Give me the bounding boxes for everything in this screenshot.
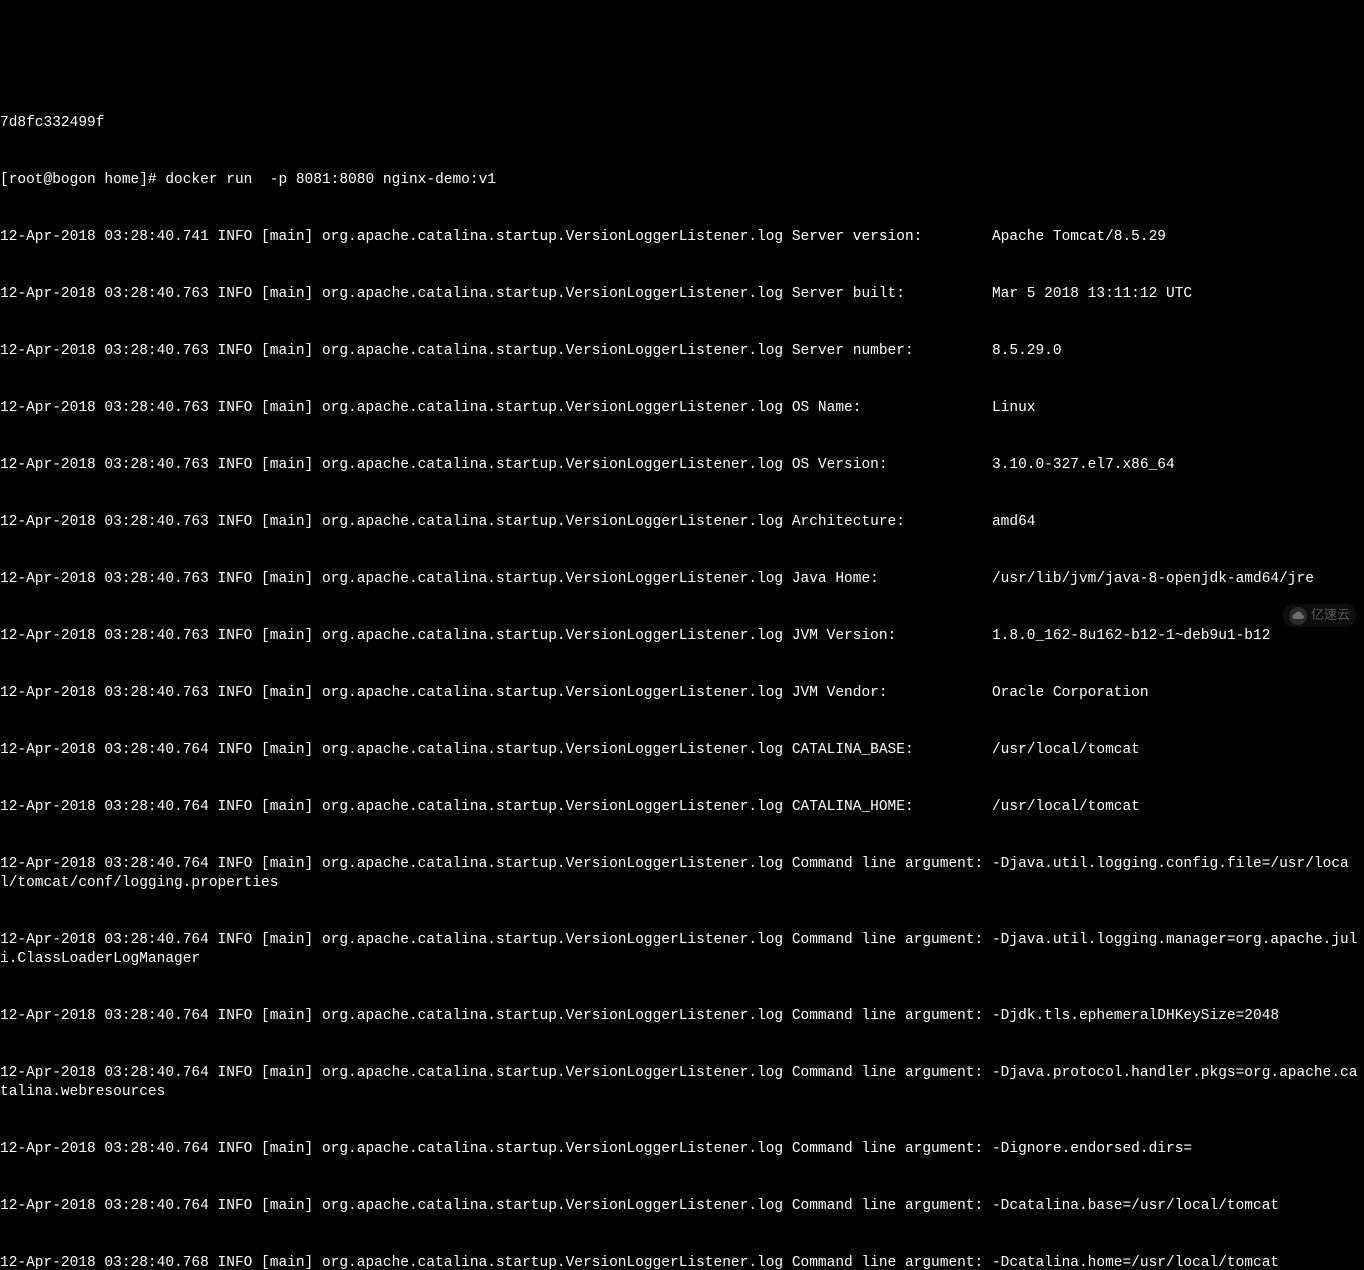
terminal-line: 12-Apr-2018 03:28:40.763 INFO [main] org… (0, 399, 1364, 418)
terminal-line: 12-Apr-2018 03:28:40.763 INFO [main] org… (0, 570, 1364, 589)
terminal-line: 12-Apr-2018 03:28:40.764 INFO [main] org… (0, 798, 1364, 817)
cloud-icon (1289, 607, 1307, 625)
terminal-line: 12-Apr-2018 03:28:40.763 INFO [main] org… (0, 684, 1364, 703)
terminal-line: 12-Apr-2018 03:28:40.764 INFO [main] org… (0, 1007, 1364, 1026)
terminal-line: 12-Apr-2018 03:28:40.764 INFO [main] org… (0, 1140, 1364, 1159)
terminal-line: 12-Apr-2018 03:28:40.764 INFO [main] org… (0, 1197, 1364, 1216)
terminal-line: 12-Apr-2018 03:28:40.768 INFO [main] org… (0, 1254, 1364, 1270)
terminal-line: 12-Apr-2018 03:28:40.763 INFO [main] org… (0, 456, 1364, 475)
terminal-line: 12-Apr-2018 03:28:40.763 INFO [main] org… (0, 627, 1364, 646)
terminal-line: 12-Apr-2018 03:28:40.741 INFO [main] org… (0, 228, 1364, 247)
watermark: 亿速云 (1283, 604, 1356, 627)
terminal-line: 12-Apr-2018 03:28:40.764 INFO [main] org… (0, 741, 1364, 760)
terminal-line: 12-Apr-2018 03:28:40.763 INFO [main] org… (0, 342, 1364, 361)
terminal-line: 12-Apr-2018 03:28:40.763 INFO [main] org… (0, 513, 1364, 532)
terminal-output[interactable]: 7d8fc332499f [root@bogon home]# docker r… (0, 76, 1364, 1270)
terminal-line: 12-Apr-2018 03:28:40.764 INFO [main] org… (0, 931, 1364, 969)
terminal-prompt-line: [root@bogon home]# docker run -p 8081:80… (0, 171, 1364, 190)
terminal-line: 12-Apr-2018 03:28:40.763 INFO [main] org… (0, 285, 1364, 304)
terminal-line: 7d8fc332499f (0, 114, 1364, 133)
terminal-line: 12-Apr-2018 03:28:40.764 INFO [main] org… (0, 1064, 1364, 1102)
watermark-text: 亿速云 (1311, 606, 1350, 625)
terminal-line: 12-Apr-2018 03:28:40.764 INFO [main] org… (0, 855, 1364, 893)
